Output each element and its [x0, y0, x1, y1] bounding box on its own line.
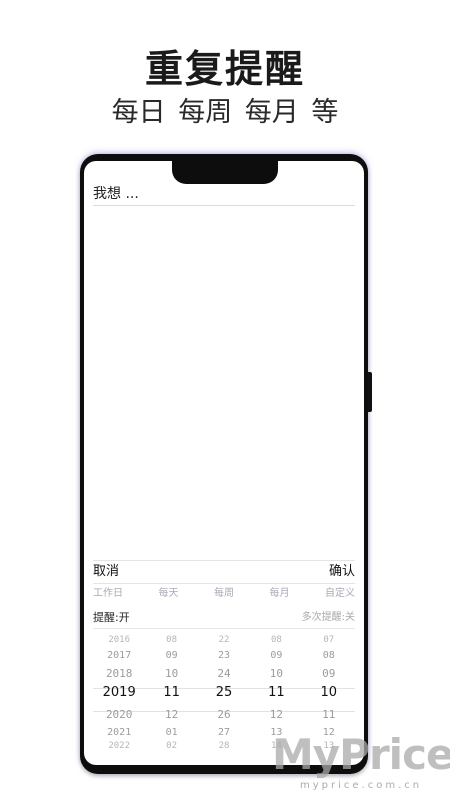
picker-value-year: 2022 — [108, 741, 131, 751]
picker-value-hour: 12 — [269, 708, 283, 721]
reminder-toggles: 提醒:开 多次提醒:关 — [93, 608, 355, 629]
picker-value-day: 26 — [217, 708, 231, 721]
picker-value-hour: 08 — [270, 635, 282, 645]
repeat-tabs: 工作日 每天 每周 每月 自定义 — [93, 584, 355, 604]
picker-value-year: 2017 — [107, 650, 132, 661]
watermark-url: myprice.com.cn — [300, 780, 423, 791]
picker-value-day: 27 — [217, 727, 231, 738]
picker-value-hour: 10 — [269, 667, 283, 680]
picker-action-bar: 取消 确认 — [93, 560, 355, 584]
picker-value-year: 2020 — [105, 708, 133, 721]
picker-value-month: 12 — [164, 708, 179, 721]
task-input[interactable]: 我想 ... — [93, 183, 355, 206]
picker-value-month: 08 — [166, 635, 177, 645]
picker-value-minute: 10 — [320, 685, 338, 700]
picker-value-month: 02 — [166, 741, 177, 751]
picker-value-month: 11 — [163, 685, 180, 700]
picker-value-hour: 09 — [270, 650, 283, 661]
picker-value-month: 09 — [165, 650, 178, 661]
picker-value-minute: 08 — [322, 650, 335, 661]
phone-frame: 我想 ... 取消 确认 工作日 每天 每周 每月 自定义 提醒:开 多次提醒:… — [80, 154, 368, 774]
confirm-button[interactable]: 确认 — [329, 561, 355, 583]
page-subtitle: 每日 每周 每月 等 — [111, 97, 339, 128]
picker-value-minute: 07 — [323, 635, 335, 645]
phone-side-button — [368, 372, 372, 412]
picker-value-month: 10 — [164, 667, 179, 680]
tab-monthly[interactable]: 每月 — [270, 584, 290, 604]
picker-column-day[interactable]: 22 23 24 25 26 27 28 — [198, 635, 250, 765]
tab-custom[interactable]: 自定义 — [325, 584, 355, 604]
picker-value-day: 23 — [217, 650, 231, 661]
picker-value-month: 01 — [165, 727, 178, 738]
picker-value-minute: 11 — [322, 708, 336, 721]
picker-value-day: 28 — [218, 741, 230, 751]
multi-reminder-toggle[interactable]: 多次提醒:关 — [302, 608, 355, 628]
phone-screen: 我想 ... 取消 确认 工作日 每天 每周 每月 自定义 提醒:开 多次提醒:… — [84, 161, 364, 765]
cancel-button[interactable]: 取消 — [93, 561, 119, 583]
tab-workday[interactable]: 工作日 — [93, 584, 123, 604]
picker-value-year: 2018 — [105, 667, 133, 680]
watermark-logo: MyPrice — [272, 730, 450, 779]
picker-column-month[interactable]: 08 09 10 11 12 01 02 — [145, 635, 197, 765]
picker-value-minute: 09 — [322, 667, 336, 680]
tab-weekly[interactable]: 每周 — [214, 584, 234, 604]
picker-column-year[interactable]: 2016 2017 2018 2019 2020 2021 2022 — [93, 635, 145, 765]
picker-value-day: 24 — [217, 667, 231, 680]
picker-value-hour: 11 — [268, 685, 285, 700]
picker-value-year: 2021 — [107, 727, 132, 738]
picker-value-year: 2019 — [102, 685, 136, 700]
phone-notch — [172, 161, 278, 184]
picker-value-day: 25 — [215, 685, 233, 700]
tab-daily[interactable]: 每天 — [159, 584, 179, 604]
page-title: 重复提醒 — [144, 47, 305, 91]
picker-value-day: 22 — [218, 635, 230, 645]
picker-value-year: 2016 — [108, 635, 131, 645]
reminder-toggle[interactable]: 提醒:开 — [93, 608, 130, 628]
